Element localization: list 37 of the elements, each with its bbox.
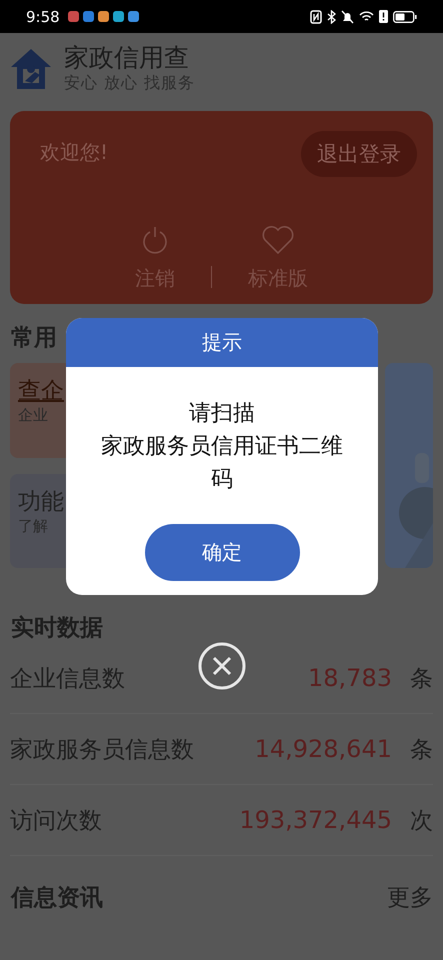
power-icon	[141, 225, 169, 255]
notification-icon	[128, 11, 139, 22]
dialog-message: 请扫描	[189, 400, 255, 428]
bell-off-icon	[341, 10, 354, 24]
stat-label: 家政服务员信息数	[10, 736, 194, 764]
stat-unit: 条	[410, 736, 433, 764]
battery-icon	[393, 10, 417, 22]
stat-unit: 条	[410, 664, 433, 694]
dialog-title: 提示	[202, 329, 242, 356]
nfc-icon	[310, 10, 322, 24]
notification-icon	[98, 11, 109, 22]
section-title: 实时数据	[10, 614, 104, 643]
logo-icon	[10, 46, 52, 90]
section-title: 常用	[10, 324, 58, 353]
section-title: 信息资讯	[10, 884, 104, 913]
dialog-message: 家政服务员信用证书二维码	[100, 433, 344, 494]
logout-button[interactable]: 退出登录	[301, 131, 417, 177]
notification-icon	[112, 11, 124, 22]
stat-label: 企业信息数	[10, 664, 125, 694]
notification-icon	[82, 11, 94, 22]
stat-value: 193,372,445	[239, 806, 392, 834]
welcome-text: 欢迎您!	[40, 139, 108, 166]
stat-value: 14,928,641	[254, 735, 392, 763]
app-title: 家政信用查	[64, 43, 190, 73]
confirm-button[interactable]: 确定	[144, 524, 300, 581]
notification-icon	[68, 11, 79, 22]
bluetooth-icon	[327, 10, 336, 24]
stat-label: 访问次数	[10, 806, 102, 836]
stat-value: 18,783	[308, 664, 392, 692]
more-link[interactable]: 更多	[387, 882, 433, 913]
heart-icon	[261, 225, 295, 255]
status-time: 9:58	[26, 8, 60, 26]
wifi-icon	[359, 10, 374, 22]
close-icon[interactable]	[198, 642, 246, 690]
stat-unit: 次	[410, 806, 433, 836]
feature-title: 查企	[18, 377, 64, 406]
sim-alert-icon	[379, 10, 388, 23]
